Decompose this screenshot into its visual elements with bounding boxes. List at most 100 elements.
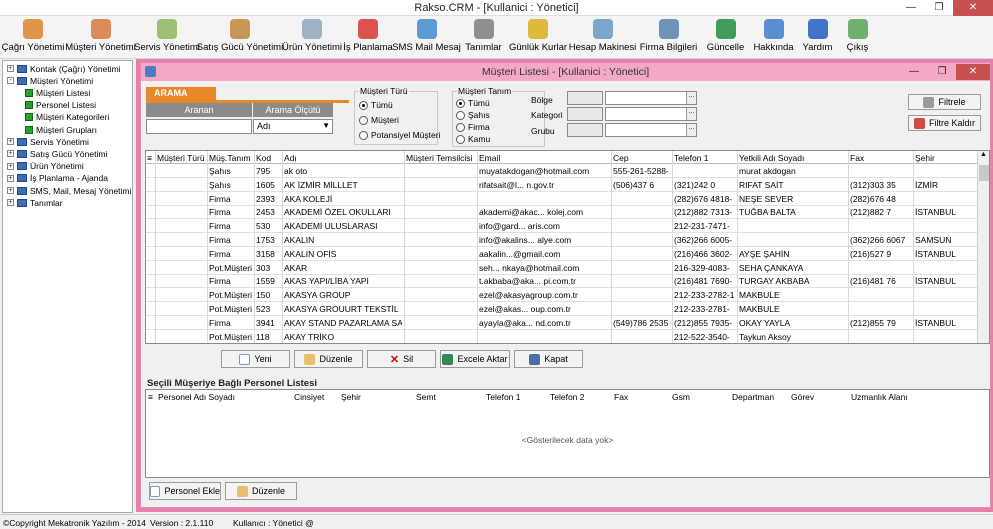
grubu-code-field[interactable] xyxy=(567,123,603,137)
maximize-icon[interactable]: ❐ xyxy=(925,0,953,16)
scroll-up-icon[interactable]: ▲ xyxy=(978,151,989,158)
column-header[interactable]: Müş.Tanım xyxy=(209,153,251,163)
table-row[interactable]: Pot.Müşteri 118 AKAY TRİKO 212-522-3540- Tay… xyxy=(146,330,978,343)
column-header[interactable]: Müşteri Temsilcisi xyxy=(406,153,472,163)
column-header[interactable]: Görev xyxy=(791,392,814,402)
nav-item-4[interactable]: Müşteri Kategorileri xyxy=(25,112,109,123)
table-row[interactable]: Pot.Müşteri 150 AKASYA GROUP ezel@akasyagro… xyxy=(146,288,978,303)
restore-icon[interactable]: ❐ xyxy=(928,64,956,80)
nav-item-0[interactable]: + Kontak (Çağrı) Yönetimi xyxy=(7,63,121,74)
close-icon[interactable]: ✕ xyxy=(953,0,993,16)
toolbar-item-14[interactable]: Çıkış xyxy=(838,16,877,59)
toolbar-item-8[interactable]: Günlük Kurlar xyxy=(507,16,569,59)
nav-item-10[interactable]: + SMS, Mail, Mesaj Yönetimi xyxy=(7,185,131,196)
kategori-field[interactable]: … xyxy=(605,107,697,121)
nav-item-8[interactable]: + Ürün Yönetimi xyxy=(7,161,84,172)
close-icon[interactable]: ✕ xyxy=(956,64,990,80)
toolbar-item-9[interactable]: Hesap Makinesi xyxy=(569,16,636,59)
nav-item-2[interactable]: Müşteri Listesi xyxy=(25,87,90,98)
close-button[interactable]: Kapat xyxy=(514,350,583,368)
radio-icon[interactable] xyxy=(456,110,465,120)
column-header[interactable]: Fax xyxy=(850,153,864,163)
column-header[interactable]: Cep xyxy=(613,153,629,163)
table-row[interactable]: Şahıs 795 ak oto muyatakdogan@hotmail.com 55… xyxy=(146,164,978,178)
expand-icon[interactable]: + xyxy=(7,174,14,182)
table-row[interactable]: Firma 530 AKADEMİ ULUSLARASI info@gard... a… xyxy=(146,219,978,234)
column-header[interactable]: Telefon 1 xyxy=(674,153,709,163)
table-row[interactable]: Firma 3158 AKALIN OFİS aakalin...@gmail.com… xyxy=(146,247,978,261)
column-header[interactable]: Yetkili Adı Soyadı xyxy=(739,153,804,163)
edit-button[interactable]: Düzenle xyxy=(294,350,363,368)
nav-item-5[interactable]: Müşteri Grupları xyxy=(25,124,97,135)
expand-icon[interactable]: + xyxy=(7,187,14,194)
toolbar-item-11[interactable]: Güncelle xyxy=(701,16,750,59)
table-row[interactable]: Firma 2393 AKA KOLEJİ (282)676 4818- NEŞE SE… xyxy=(146,192,978,206)
bolge-code-field[interactable] xyxy=(567,91,603,105)
toolbar-item-0[interactable]: Çağrı Yönetimi xyxy=(0,16,66,59)
personnel-grid[interactable]: ≡ Personel Adı Soyadı Cinsiyet Şehir Semt Tel… xyxy=(145,389,990,478)
expand-icon[interactable]: + xyxy=(7,162,14,170)
kategori-code-field[interactable] xyxy=(567,107,603,121)
radio-icon[interactable] xyxy=(359,130,368,140)
add-personnel-button[interactable]: Personel Ekle xyxy=(149,482,221,500)
remove-filter-button[interactable]: Filtre Kaldır xyxy=(908,115,981,131)
radio-icon[interactable] xyxy=(359,100,368,110)
minimize-icon[interactable]: — xyxy=(900,64,928,80)
table-row[interactable]: Firma 1753 AKALIN info@akalins... alye.com (… xyxy=(146,233,978,247)
nav-item-3[interactable]: Personel Listesi xyxy=(25,100,96,111)
musteri_turu-option-0[interactable]: Tümü xyxy=(359,100,393,110)
browse-button[interactable]: … xyxy=(686,108,696,120)
table-row[interactable]: Firma 3941 AKAY STAND PAZARLAMA SAN. ayayla… xyxy=(146,316,978,330)
musteri_tanim-option-2[interactable]: Firma xyxy=(456,122,490,132)
column-header[interactable]: Email xyxy=(479,153,500,163)
vertical-scrollbar[interactable]: ▲ xyxy=(977,151,989,343)
expand-icon[interactable]: + xyxy=(7,150,14,158)
radio-icon[interactable] xyxy=(359,115,368,125)
musteri_tanim-option-1[interactable]: Şahıs xyxy=(456,110,490,120)
search-tab[interactable]: ARAMA xyxy=(146,87,216,100)
nav-item-7[interactable]: + Satış Gücü Yönetimi xyxy=(7,148,107,159)
radio-icon[interactable] xyxy=(456,98,465,108)
column-header[interactable]: Gsm xyxy=(672,392,690,402)
new-button[interactable]: Yeni xyxy=(221,350,290,368)
musteri_turu-option-1[interactable]: Müşteri xyxy=(359,115,399,125)
musteri_turu-option-2[interactable]: Potansiyel Müşteri xyxy=(359,130,440,140)
scroll-thumb[interactable] xyxy=(979,165,989,181)
column-header[interactable]: Adı xyxy=(284,153,297,163)
toolbar-item-7[interactable]: Tanımlar xyxy=(460,16,507,59)
expand-icon[interactable]: + xyxy=(7,199,14,207)
search-input[interactable] xyxy=(146,119,252,134)
column-header[interactable]: Şehir xyxy=(341,392,361,402)
column-header[interactable]: Fax xyxy=(614,392,628,402)
bolge-field[interactable]: … xyxy=(605,91,697,105)
browse-button[interactable]: … xyxy=(686,124,696,136)
table-row[interactable]: Firma 1559 AKAS YAPI/LİBA YAPI t.akbaba@aka… xyxy=(146,274,978,289)
toolbar-item-3[interactable]: Satış Gücü Yönetimi xyxy=(197,16,283,59)
toolbar-item-10[interactable]: Firma Bilgileri xyxy=(636,16,701,59)
edit-personnel-button[interactable]: Düzenle xyxy=(225,482,297,500)
collapse-icon[interactable]: - xyxy=(7,77,14,85)
toolbar-item-5[interactable]: İş Planlama xyxy=(343,16,393,59)
radio-icon[interactable] xyxy=(456,134,465,144)
column-header[interactable]: Müşteri Türü xyxy=(157,153,205,163)
column-header[interactable]: Personel Adı Soyadı xyxy=(158,392,235,402)
delete-button[interactable]: ✕ Sil xyxy=(367,350,436,368)
toolbar-item-2[interactable]: Servis Yönetimi xyxy=(134,16,200,59)
toolbar-item-6[interactable]: SMS Mail Mesaj xyxy=(392,16,461,59)
toolbar-item-12[interactable]: Hakkında xyxy=(750,16,797,59)
column-header[interactable]: Kod xyxy=(256,153,271,163)
table-row[interactable]: Şahıs 1605 AK İZMİR MİLLLET rifatsait@l... … xyxy=(146,178,978,192)
nav-item-6[interactable]: + Servis Yönetimi xyxy=(7,136,89,147)
minimize-icon[interactable]: — xyxy=(897,0,925,16)
expand-icon[interactable]: + xyxy=(7,138,14,146)
toolbar-item-1[interactable]: Müşteri Yönetimi xyxy=(65,16,136,59)
nav-item-9[interactable]: + İş Planlama - Ajanda xyxy=(7,173,108,184)
search-criteria-select[interactable]: Adı ▼ xyxy=(253,119,333,134)
expand-icon[interactable]: + xyxy=(7,65,14,72)
column-header[interactable]: Telefon 1 xyxy=(486,392,521,402)
nav-item-11[interactable]: + Tanımlar xyxy=(7,197,63,208)
nav-item-1[interactable]: - Müşteri Yönetimi xyxy=(7,75,93,86)
musteri_tanim-option-0[interactable]: Tümü xyxy=(456,98,490,108)
musteri_tanim-option-3[interactable]: Kamu xyxy=(456,134,490,144)
column-header[interactable]: Uzmanlık Alanı xyxy=(851,392,908,402)
